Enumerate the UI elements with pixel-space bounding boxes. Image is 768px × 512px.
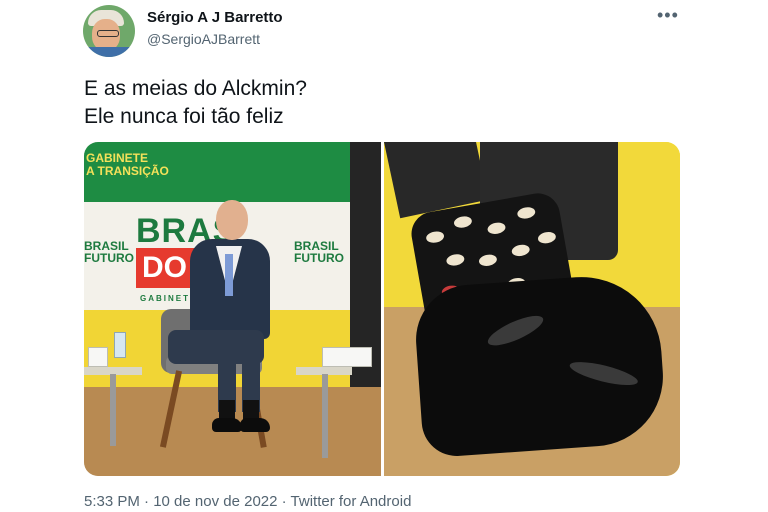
nameplate-left: [88, 347, 108, 367]
man-tie: [225, 254, 233, 296]
banner-gabinete-text: GABINETE A TRANSIÇÃO: [86, 152, 169, 178]
brasil-left-line2: FUTURO: [84, 251, 134, 265]
man-shoe: [240, 418, 270, 432]
side-table-right-leg: [322, 374, 328, 458]
banner-gabinete-small: GABINETE: [140, 294, 198, 303]
author-name[interactable]: Sérgio A J Barretto: [147, 9, 283, 26]
author-avatar[interactable]: [83, 5, 135, 57]
sock-dot: [537, 230, 557, 245]
sock-dot: [445, 252, 466, 267]
man-head: [216, 200, 248, 240]
more-options-icon[interactable]: •••: [657, 5, 679, 26]
shoe-shine: [484, 310, 547, 352]
banner-brasil-right: BRASIL FUTURO: [294, 240, 344, 264]
water-glass: [114, 332, 126, 358]
sock-dot: [478, 253, 498, 268]
sock-dot: [425, 230, 445, 245]
tweet-line-2: Ele nunca foi tão feliz: [84, 105, 284, 128]
man-shoe: [212, 418, 242, 432]
shoe-shine: [567, 357, 640, 390]
sock-dot: [453, 215, 473, 230]
side-table-left-leg: [110, 374, 116, 446]
media-photo-right[interactable]: [384, 142, 680, 476]
tweet-text: E as meias do Alckmin? Ele nunca foi tão…: [84, 75, 307, 131]
polka-dot-sock: [243, 400, 259, 420]
nameplate-right: [322, 347, 372, 367]
tweet-media[interactable]: GABINETE A TRANSIÇÃO BRAS DO FU GABINETE…: [84, 142, 680, 476]
sock-dot: [516, 205, 537, 220]
tweet-timestamp-source[interactable]: 5:33 PM · 10 de nov de 2022 · Twitter fo…: [84, 493, 411, 510]
sock-dot: [486, 221, 507, 236]
banner-brasil-left: BRASIL FUTURO: [84, 240, 134, 264]
author-handle[interactable]: @SergioAJBarrett: [147, 31, 260, 47]
banner-transicao: A TRANSIÇÃO: [86, 164, 169, 178]
brasil-right-line2: FUTURO: [294, 251, 344, 265]
media-photo-left[interactable]: GABINETE A TRANSIÇÃO BRAS DO FU GABINETE…: [84, 142, 381, 476]
avatar-shirt: [83, 47, 135, 57]
polka-dot-sock: [219, 400, 235, 420]
black-loafer-shoe: [412, 271, 668, 459]
avatar-glasses: [97, 30, 119, 37]
tweet-line-1: E as meias do Alckmin?: [84, 77, 307, 100]
sock-dot: [510, 243, 531, 258]
